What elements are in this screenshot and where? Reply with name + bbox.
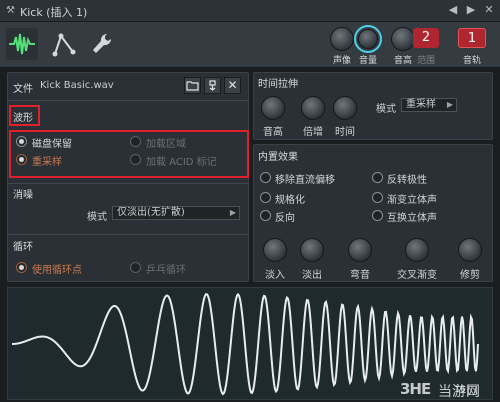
checkbox-invert-polarity[interactable] (372, 172, 383, 183)
denoise-section-title: 消噪 (13, 190, 33, 201)
file-close-icon[interactable]: ✕ (224, 77, 241, 94)
option-use-loop[interactable]: 使用循环点 (32, 261, 82, 276)
loop-section-title: 循环 (13, 242, 33, 253)
divider (8, 100, 248, 101)
volume-knob[interactable] (354, 25, 382, 53)
watermark-site: 当游网 (438, 384, 480, 400)
folder-open-icon[interactable] (184, 77, 201, 94)
checkbox-remove-dc[interactable] (260, 172, 271, 183)
arrow-left-icon[interactable]: ◀ (446, 3, 460, 17)
effect-reverse[interactable]: 反向 (275, 209, 295, 224)
option-load-regions[interactable]: 加载区域 (146, 135, 186, 150)
divider (8, 183, 248, 184)
checkbox-reverse[interactable] (260, 210, 271, 221)
trim-knob[interactable] (458, 238, 482, 262)
radio-load-regions[interactable] (130, 136, 141, 147)
option-disk-keep[interactable]: 磁盘保留 (32, 135, 72, 150)
stretch-mode-select[interactable]: 重采样 ▶ (401, 98, 457, 112)
chevron-right-icon: ▶ (446, 100, 453, 109)
pitch-range-value[interactable]: 2 (413, 28, 439, 48)
waveform-section-title: 波形 (13, 113, 33, 124)
stretch-multiply-knob[interactable] (301, 96, 325, 120)
effect-invert-polarity[interactable]: 反转极性 (387, 171, 427, 186)
divider (8, 234, 248, 235)
wrench-settings-icon[interactable] (86, 28, 118, 60)
effect-fade-stereo[interactable]: 渐变立体声 (387, 191, 437, 206)
effect-swap-stereo[interactable]: 互换立体声 (387, 209, 437, 224)
chevron-right-icon: ▶ (229, 208, 236, 217)
file-export-icon[interactable] (204, 77, 221, 94)
crossfade-knob[interactable] (405, 238, 429, 262)
option-load-acid[interactable]: 加载 ACID 标记 (146, 153, 217, 168)
time-stretch-title: 时间拉伸 (258, 79, 298, 90)
effects-title: 内置效果 (258, 152, 298, 163)
envelope-icon[interactable] (48, 28, 80, 60)
denoise-mode-select[interactable]: 仅淡出(无扩散) ▶ (112, 206, 240, 220)
file-name: Kick Basic.wav (40, 80, 114, 91)
radio-load-acid[interactable] (130, 154, 141, 165)
pitch-range-label: 范围 (416, 56, 435, 66)
pan-knob[interactable] (330, 27, 354, 51)
fade-out-knob[interactable] (300, 238, 324, 262)
window-title: Kick (插入 1) (20, 6, 88, 19)
stretch-mode-value: 重采样 (406, 99, 436, 110)
volume-label: 音量 (358, 56, 377, 66)
crossfade-label: 交叉渐变 (397, 270, 437, 281)
fade-out-label: 淡出 (302, 270, 322, 281)
fade-in-knob[interactable] (263, 238, 287, 262)
trim-label: 修剪 (460, 270, 480, 281)
effect-remove-dc[interactable]: 移除直流偏移 (275, 171, 335, 186)
checkbox-swap-stereo[interactable] (372, 210, 383, 221)
radio-pingpong-loop[interactable] (130, 262, 141, 273)
stretch-mode-label: 模式 (376, 104, 396, 115)
track-value[interactable]: 1 (458, 28, 486, 48)
denoise-mode-label: 模式 (87, 212, 107, 223)
radio-resample[interactable] (16, 154, 27, 165)
checkbox-fade-stereo[interactable] (372, 192, 383, 203)
stretch-time-knob[interactable] (333, 96, 357, 120)
bend-label: 弯音 (350, 270, 370, 281)
title-bar: ⚒ Kick (插入 1) ◀ ▶ ✕ (0, 0, 500, 22)
bend-knob[interactable] (348, 238, 372, 262)
stretch-pitch-knob[interactable] (261, 96, 285, 120)
stretch-pitch-label: 音高 (263, 127, 283, 138)
toolbar: 声像 音量 音高 2 范围 1 音轨 (0, 22, 500, 68)
radio-use-loop[interactable] (16, 262, 27, 273)
track-label: 音轨 (462, 56, 481, 66)
effect-normalize[interactable]: 规格化 (275, 191, 305, 206)
option-pingpong-loop[interactable]: 乒乓循环 (146, 261, 186, 276)
denoise-mode-value: 仅淡出(无扩散) (117, 207, 185, 218)
close-icon[interactable]: ✕ (482, 3, 496, 17)
waveform-sample-icon[interactable] (6, 28, 38, 60)
radio-disk-keep[interactable] (16, 136, 27, 147)
file-label: 文件 (13, 84, 33, 95)
checkbox-normalize[interactable] (260, 192, 271, 203)
wrench-icon: ⚒ (6, 5, 15, 16)
stretch-time-label: 时间 (335, 127, 355, 138)
pitch-knob[interactable] (391, 27, 415, 51)
watermark-logo: 3HE (400, 380, 431, 398)
arrow-right-icon[interactable]: ▶ (464, 3, 478, 17)
option-resample[interactable]: 重采样 (32, 153, 62, 168)
